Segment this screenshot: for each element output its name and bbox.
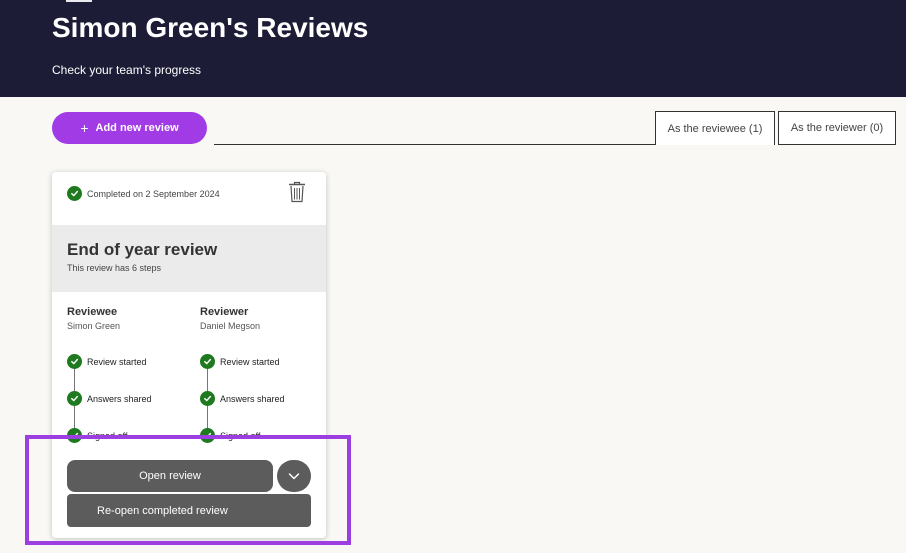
check-circle-icon	[67, 428, 82, 443]
chevron-down-icon	[288, 473, 300, 480]
reviewer-step-signed-off: Signed off	[200, 428, 260, 443]
reviewee-step-signed-off: Signed off	[67, 428, 127, 443]
reviewee-column: Reviewee Simon Green Review started Answ…	[67, 306, 187, 443]
tab-as-reviewer[interactable]: As the reviewer (0)	[778, 111, 896, 145]
review-title: End of year review	[67, 240, 218, 259]
page-title: Simon Green's Reviews	[52, 12, 369, 43]
header-top-divider	[66, 0, 92, 2]
step-label: Answers shared	[220, 393, 285, 404]
check-circle-icon	[200, 354, 215, 369]
tabs-divider	[214, 144, 655, 145]
reviewee-heading: Reviewee	[67, 306, 118, 318]
step-label: Signed off	[220, 430, 261, 441]
reviewee-name: Simon Green	[67, 321, 121, 331]
tab-as-reviewee[interactable]: As the reviewee (1)	[655, 111, 775, 145]
reviewer-name: Daniel Megson	[200, 321, 261, 331]
step-label: Answers shared	[87, 393, 152, 404]
trash-icon[interactable]	[288, 181, 306, 203]
page-header: Simon Green's Reviews Check your team's …	[0, 0, 906, 97]
check-circle-icon	[200, 391, 215, 406]
reviewer-step-shared: Answers shared	[200, 391, 285, 406]
add-new-review-label: Add new review	[95, 122, 179, 134]
completion-text: Completed on 2 September 2024	[87, 188, 220, 199]
reviewer-column: Reviewer Daniel Megson Review started An…	[200, 306, 320, 443]
page-subtitle: Check your team's progress	[52, 63, 202, 77]
check-circle-icon	[67, 186, 82, 201]
check-circle-icon	[67, 354, 82, 369]
reviewee-step-shared: Answers shared	[67, 391, 152, 406]
step-label: Review started	[220, 356, 280, 367]
step-label: Signed off	[87, 430, 128, 441]
reviewer-heading: Reviewer	[200, 306, 249, 318]
completion-status: Completed on 2 September 2024	[67, 186, 220, 201]
check-circle-icon	[200, 428, 215, 443]
step-label: Review started	[87, 356, 147, 367]
review-options-dropdown[interactable]	[277, 460, 311, 492]
reviewee-step-started: Review started	[67, 354, 147, 369]
review-summary: End of year review This review has 6 ste…	[52, 225, 326, 292]
reopen-completed-review-menu-item[interactable]: Re-open completed review	[67, 494, 311, 527]
open-review-button[interactable]: Open review	[67, 460, 273, 492]
plus-icon: +	[80, 120, 89, 136]
review-steps-count: This review has 6 steps	[67, 263, 162, 273]
reviewer-step-started: Review started	[200, 354, 280, 369]
check-circle-icon	[67, 391, 82, 406]
add-new-review-button[interactable]: + Add new review	[52, 112, 207, 144]
